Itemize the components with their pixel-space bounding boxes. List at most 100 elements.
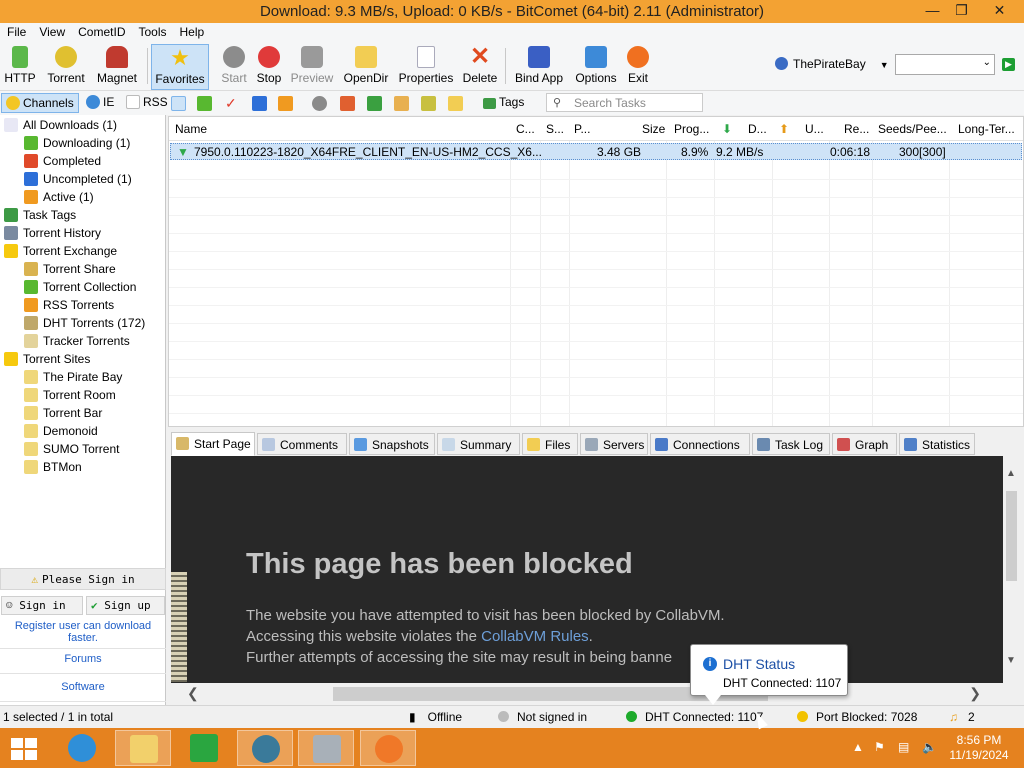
volume-muted-icon[interactable]: 🔈 [922,740,937,754]
port-status[interactable]: Port Blocked: 7028 [797,710,917,724]
bitcomet-taskbar-icon[interactable] [360,730,416,766]
restore-button[interactable]: ❐ [947,0,976,21]
sidebar-item[interactable]: Torrent Exchange [4,242,117,260]
software-link[interactable]: Software [0,681,166,693]
sign-in-button[interactable]: ☺ Sign in [1,596,83,615]
share-filter-icon[interactable] [421,96,436,111]
options-button[interactable]: Options [573,44,619,90]
uncompleted-icon[interactable] [252,96,267,111]
download-arrow-icon[interactable] [197,96,212,111]
site-selector[interactable]: ThePirateBay ▼ [775,57,889,71]
scroll-left-icon[interactable]: ❮ [187,685,199,702]
tab-comments[interactable]: Comments [257,433,347,455]
exit-button[interactable]: Exit [625,44,651,90]
magnet-button[interactable]: Magnet [94,44,140,90]
col-status[interactable]: S... [546,122,564,136]
search-tasks-input[interactable]: ⚲ Search Tasks [546,93,703,112]
sidebar-item[interactable]: Uncompleted (1) [24,170,132,188]
start-button[interactable]: Start [219,44,249,90]
go-arrow-icon[interactable]: ▶ [1002,58,1015,71]
stop-button[interactable]: Stop [254,44,284,90]
col-size[interactable]: Size [642,122,665,136]
opendir-button[interactable]: OpenDir [342,44,390,90]
flag-icon[interactable]: ⚑ [874,740,885,754]
col-remaining[interactable]: Re... [844,122,869,136]
tab-snapshots[interactable]: Snapshots [349,433,435,455]
sidebar-item[interactable]: BTMon [24,458,82,476]
col-priority[interactable]: P... [574,122,590,136]
tray-expand-icon[interactable]: ▲ [852,740,864,754]
tab-start-page[interactable]: Start Page [171,432,255,456]
col-download[interactable]: D... [748,122,767,136]
minimize-button[interactable]: — [918,0,947,21]
start-page-browser[interactable]: This page has been blocked The website y… [171,456,1003,683]
internet-explorer-taskbar-icon[interactable] [54,730,110,766]
scroll-up-icon[interactable]: ▲ [1006,468,1016,479]
sidebar-item[interactable]: RSS Torrents [24,296,114,314]
scroll-right-icon[interactable]: ❯ [969,685,981,702]
scroll-down-icon[interactable]: ▼ [1006,655,1016,666]
upload-filter-icon[interactable] [340,96,355,111]
close-button[interactable]: ✕ [977,0,1022,21]
dht-status[interactable]: DHT Connected: 1107 [626,710,763,724]
rss-filter-icon[interactable] [394,96,409,111]
sidebar-item[interactable]: Tracker Torrents [24,332,130,350]
network-icon[interactable]: ▤ [898,740,909,754]
properties-button[interactable]: Properties [397,44,455,90]
delete-button[interactable]: ✕ Delete [461,44,499,90]
tab-task-log[interactable]: Task Log [752,433,830,455]
col-long-term[interactable]: Long-Ter... [958,122,1015,136]
file-explorer-taskbar-icon[interactable] [115,730,171,766]
sidebar-item[interactable]: Torrent Room [24,386,116,404]
taskbar-clock[interactable]: 8:56 PM 11/19/2024 [948,733,1010,763]
sidebar-item[interactable]: Completed [24,152,101,170]
vertical-scrollbar[interactable]: ▲ ▼ [1003,456,1020,683]
col-upload[interactable]: U... [805,122,824,136]
sidebar-item[interactable]: The Pirate Bay [24,368,122,386]
offline-status[interactable]: ▮ Offline [409,710,462,724]
menu-help[interactable]: Help [173,23,211,39]
seeding-filter-icon[interactable] [367,96,382,111]
sidebar-item[interactable]: Torrent History [4,224,101,242]
windows-start-button[interactable] [11,738,37,760]
preview-button[interactable]: Preview [289,44,335,90]
sidebar-item[interactable]: DHT Torrents (172) [24,314,145,332]
sidebar-item[interactable]: Torrent Share [24,260,116,278]
title-bar[interactable]: Download: 9.3 MB/s, Upload: 0 KB/s - Bit… [0,0,1024,23]
sidebar-item[interactable]: SUMO Torrent [24,440,119,458]
tab-servers[interactable]: Servers [580,433,648,455]
forums-link[interactable]: Forums [0,653,166,665]
tab-graph[interactable]: Graph [832,433,897,455]
tab-statistics[interactable]: Statistics [899,433,975,455]
sidebar-item[interactable]: Active (1) [24,188,94,206]
alerts-status[interactable]: ♫ 2 [949,710,975,724]
menu-view[interactable]: View [32,23,71,39]
favorites-button[interactable]: ★ Favorites [151,44,209,90]
sidebar-item[interactable]: Torrent Bar [24,404,102,422]
task-list-view-icon[interactable] [171,96,186,111]
sign-in-status[interactable]: Not signed in [498,710,587,724]
sidebar-item[interactable]: Torrent Sites [4,350,90,368]
ie-tab[interactable]: IE [82,93,118,113]
col-name[interactable]: Name [175,122,207,136]
scroll-thumb[interactable] [1006,491,1017,581]
menu-file[interactable]: File [0,23,32,39]
installer-taskbar-icon[interactable] [298,730,354,766]
sidebar-item[interactable]: All Downloads (1) [4,116,117,134]
table-row[interactable]: ▼ 7950.0.110223-1820_X64FRE_CLIENT_EN-US… [170,143,1022,160]
col-progress[interactable]: Prog... [674,122,709,136]
sidebar-item[interactable]: Demonoid [24,422,98,440]
active-icon[interactable] [278,96,293,111]
torrent-button[interactable]: Torrent [44,44,88,90]
folder-filter-icon[interactable] [448,96,463,111]
menu-tools[interactable]: Tools [131,23,172,39]
rss-tab[interactable]: RSS [122,93,172,113]
collabvm-rules-link[interactable]: CollabVM Rules [481,628,589,645]
col-category[interactable]: C... [516,122,535,136]
tab-summary[interactable]: Summary [437,433,520,455]
sidebar-item[interactable]: Torrent Collection [24,278,136,296]
store-taskbar-icon[interactable] [176,730,232,766]
check-icon[interactable]: ✓ [225,96,240,111]
site-combo-box[interactable]: ⌄ [895,54,995,75]
menu-cometid[interactable]: CometID [71,23,131,39]
